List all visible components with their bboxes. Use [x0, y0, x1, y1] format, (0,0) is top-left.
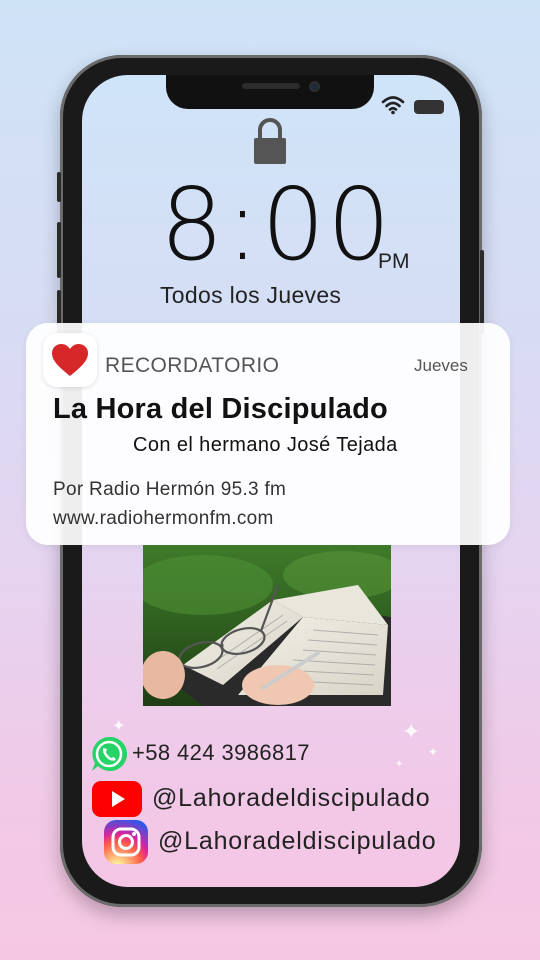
notification-app-icon [43, 333, 97, 387]
notification-app-name: RECORDATORIO [105, 354, 280, 377]
sparkle-icon: ✦ [112, 716, 126, 735]
heart-icon [52, 344, 88, 376]
silent-switch [57, 172, 61, 202]
notification-website[interactable]: www.radiohermonfm.com [53, 508, 274, 530]
notification-subtitle: Con el hermano José Tejada [133, 434, 398, 456]
sparkle-icon: ✦ [402, 720, 421, 745]
time-meridiem: PM [378, 250, 410, 273]
bible-reading-photo [143, 545, 391, 706]
earpiece-speaker [242, 83, 300, 89]
youtube-icon[interactable] [92, 781, 142, 817]
wifi-icon [381, 96, 405, 115]
notification-title: La Hora del Discipulado [53, 393, 388, 425]
whatsapp-icon[interactable] [90, 735, 128, 773]
youtube-handle[interactable]: @Lahoradeldiscipulado [152, 784, 430, 813]
play-icon [112, 791, 125, 807]
sparkle-icon: ✦ [395, 759, 404, 770]
notification-time: Jueves [414, 356, 468, 375]
lock-icon [254, 118, 286, 164]
lock-date: Todos los Jueves [160, 282, 342, 308]
lock-time: 8:00 [160, 166, 393, 283]
instagram-handle[interactable]: @Lahoradeldiscipulado [158, 827, 436, 856]
power-button [480, 250, 484, 334]
front-camera [309, 81, 320, 92]
whatsapp-number[interactable]: +58 424 3986817 [132, 740, 310, 766]
camera-glyph-icon [111, 827, 141, 857]
battery-icon [414, 100, 444, 114]
sparkle-icon: ✦ [428, 745, 439, 759]
notification-station: Por Radio Hermón 95.3 fm [53, 479, 287, 500]
instagram-icon[interactable] [104, 820, 148, 864]
volume-up-button [57, 222, 61, 278]
notch [166, 75, 374, 109]
